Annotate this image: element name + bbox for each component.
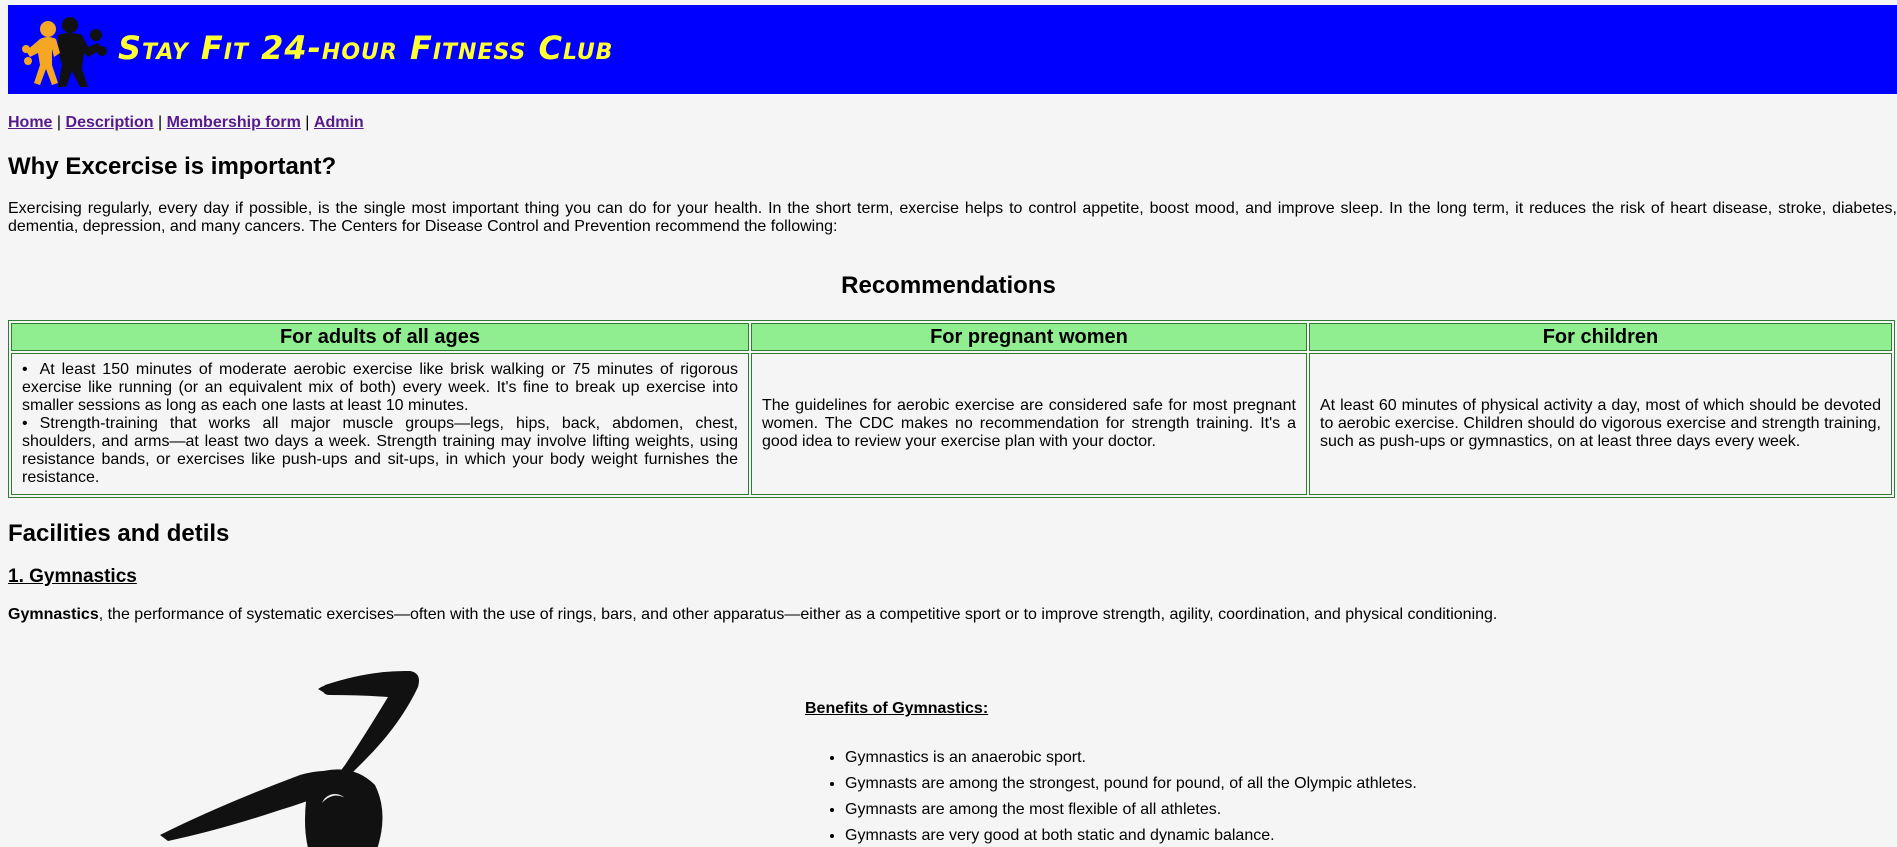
column-header-adults: For adults of all ages [11,323,749,351]
list-item: Gymnasts are among the most flexible of … [845,797,1417,823]
facilities-heading: Facilities and detils [8,520,230,547]
list-item: Gymnasts are among the strongest, pound … [845,771,1417,797]
children-cell: At least 60 minutes of physical activity… [1309,353,1892,495]
nav-link-admin[interactable]: Admin [314,114,364,131]
nav-separator: | [305,114,310,131]
fitness-couple-logo-icon [22,17,107,87]
gymnastics-heading: 1. Gymnastics [8,566,137,587]
site-title: Stay Fit 24-hour Fitness Club [118,29,614,67]
list-item: At least 150 minutes of moderate aerobic… [22,361,738,415]
main-nav: Home | Description | Membership form | A… [8,114,364,132]
nav-link-membership-form[interactable]: Membership form [167,114,301,131]
table-header-row: For adults of all ages For pregnant wome… [11,323,1892,351]
list-item: Gymnastics is an anaerobic sport. [845,745,1417,771]
list-item: Strength-training that works all major m… [22,415,738,487]
nav-separator: | [56,114,62,131]
pregnant-cell: The guidelines for aerobic exercise are … [751,353,1307,495]
recommendations-heading: Recommendations [841,272,1056,299]
nav-separator: | [157,114,163,131]
column-header-children: For children [1309,323,1892,351]
recommendations-table: For adults of all ages For pregnant wome… [8,320,1895,498]
table-row: At least 150 minutes of moderate aerobic… [11,353,1892,495]
why-exercise-heading: Why Excercise is important? [8,153,337,180]
header-banner: Stay Fit 24-hour Fitness Club [8,5,1897,94]
benefits-title: Benefits of Gymnastics: [805,700,989,717]
adults-list: At least 150 minutes of moderate aerobic… [22,361,738,487]
page: Stay Fit 24-hour Fitness Club Home | Des… [0,0,1897,847]
benefits-list: Gymnastics is an anaerobic sport. Gymnas… [805,745,1417,847]
list-item: Gymnasts are very good at both static an… [845,823,1417,847]
gymnastics-description: Gymnastics, the performance of systemati… [8,606,1497,624]
gymnast-silhouette-icon [160,670,419,847]
nav-link-description[interactable]: Description [66,114,154,131]
gymnastics-description-text: , the performance of systematic exercise… [98,606,1498,623]
nav-link-home[interactable]: Home [8,114,52,131]
column-header-pregnant: For pregnant women [751,323,1307,351]
gymnastics-term: Gymnastics [8,606,99,623]
adults-cell: At least 150 minutes of moderate aerobic… [11,353,749,495]
why-exercise-paragraph: Exercising regularly, every day if possi… [8,200,1897,235]
